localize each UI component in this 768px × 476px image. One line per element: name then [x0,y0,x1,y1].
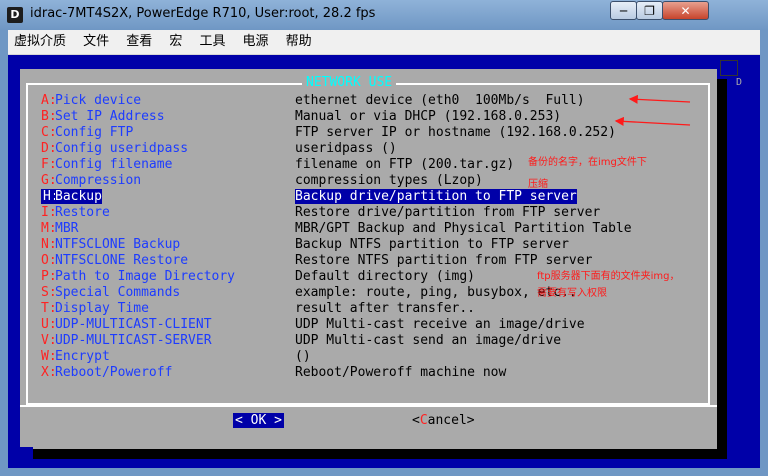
console-corner-block [17,447,33,463]
arrow-to-pick-device [628,94,691,104]
title-bar[interactable]: D idrac-7MT4S2X, PowerEdge R710, User:ro… [0,0,768,30]
menu-file[interactable]: 文件 [77,30,115,54]
menu-view[interactable]: 查看 [120,30,158,54]
menu-tools[interactable]: 工具 [193,30,231,54]
menu-bar: 虚拟介质 文件 查看 宏 工具 电源 帮助 [8,30,760,55]
menu-virtual-media[interactable]: 虚拟介质 [8,30,72,54]
close-button[interactable]: ✕ [662,1,709,20]
window-title: idrac-7MT4S2X, PowerEdge R710, User:root… [30,6,376,21]
maximize-button[interactable]: ❐ [636,1,663,20]
app-window: D idrac-7MT4S2X, PowerEdge R710, User:ro… [0,0,768,476]
menu-power[interactable]: 电源 [237,30,275,54]
remote-console[interactable]: D NETWORK USE A: Pick device ethernet de… [8,55,760,468]
menu-macro[interactable]: 宏 [163,30,188,54]
menu-help[interactable]: 帮助 [280,30,318,54]
minimize-button[interactable]: ─ [610,1,637,20]
app-logo-icon: D [7,7,23,23]
arrow-to-ip-address [614,116,691,126]
annotation-arrows [614,94,691,126]
